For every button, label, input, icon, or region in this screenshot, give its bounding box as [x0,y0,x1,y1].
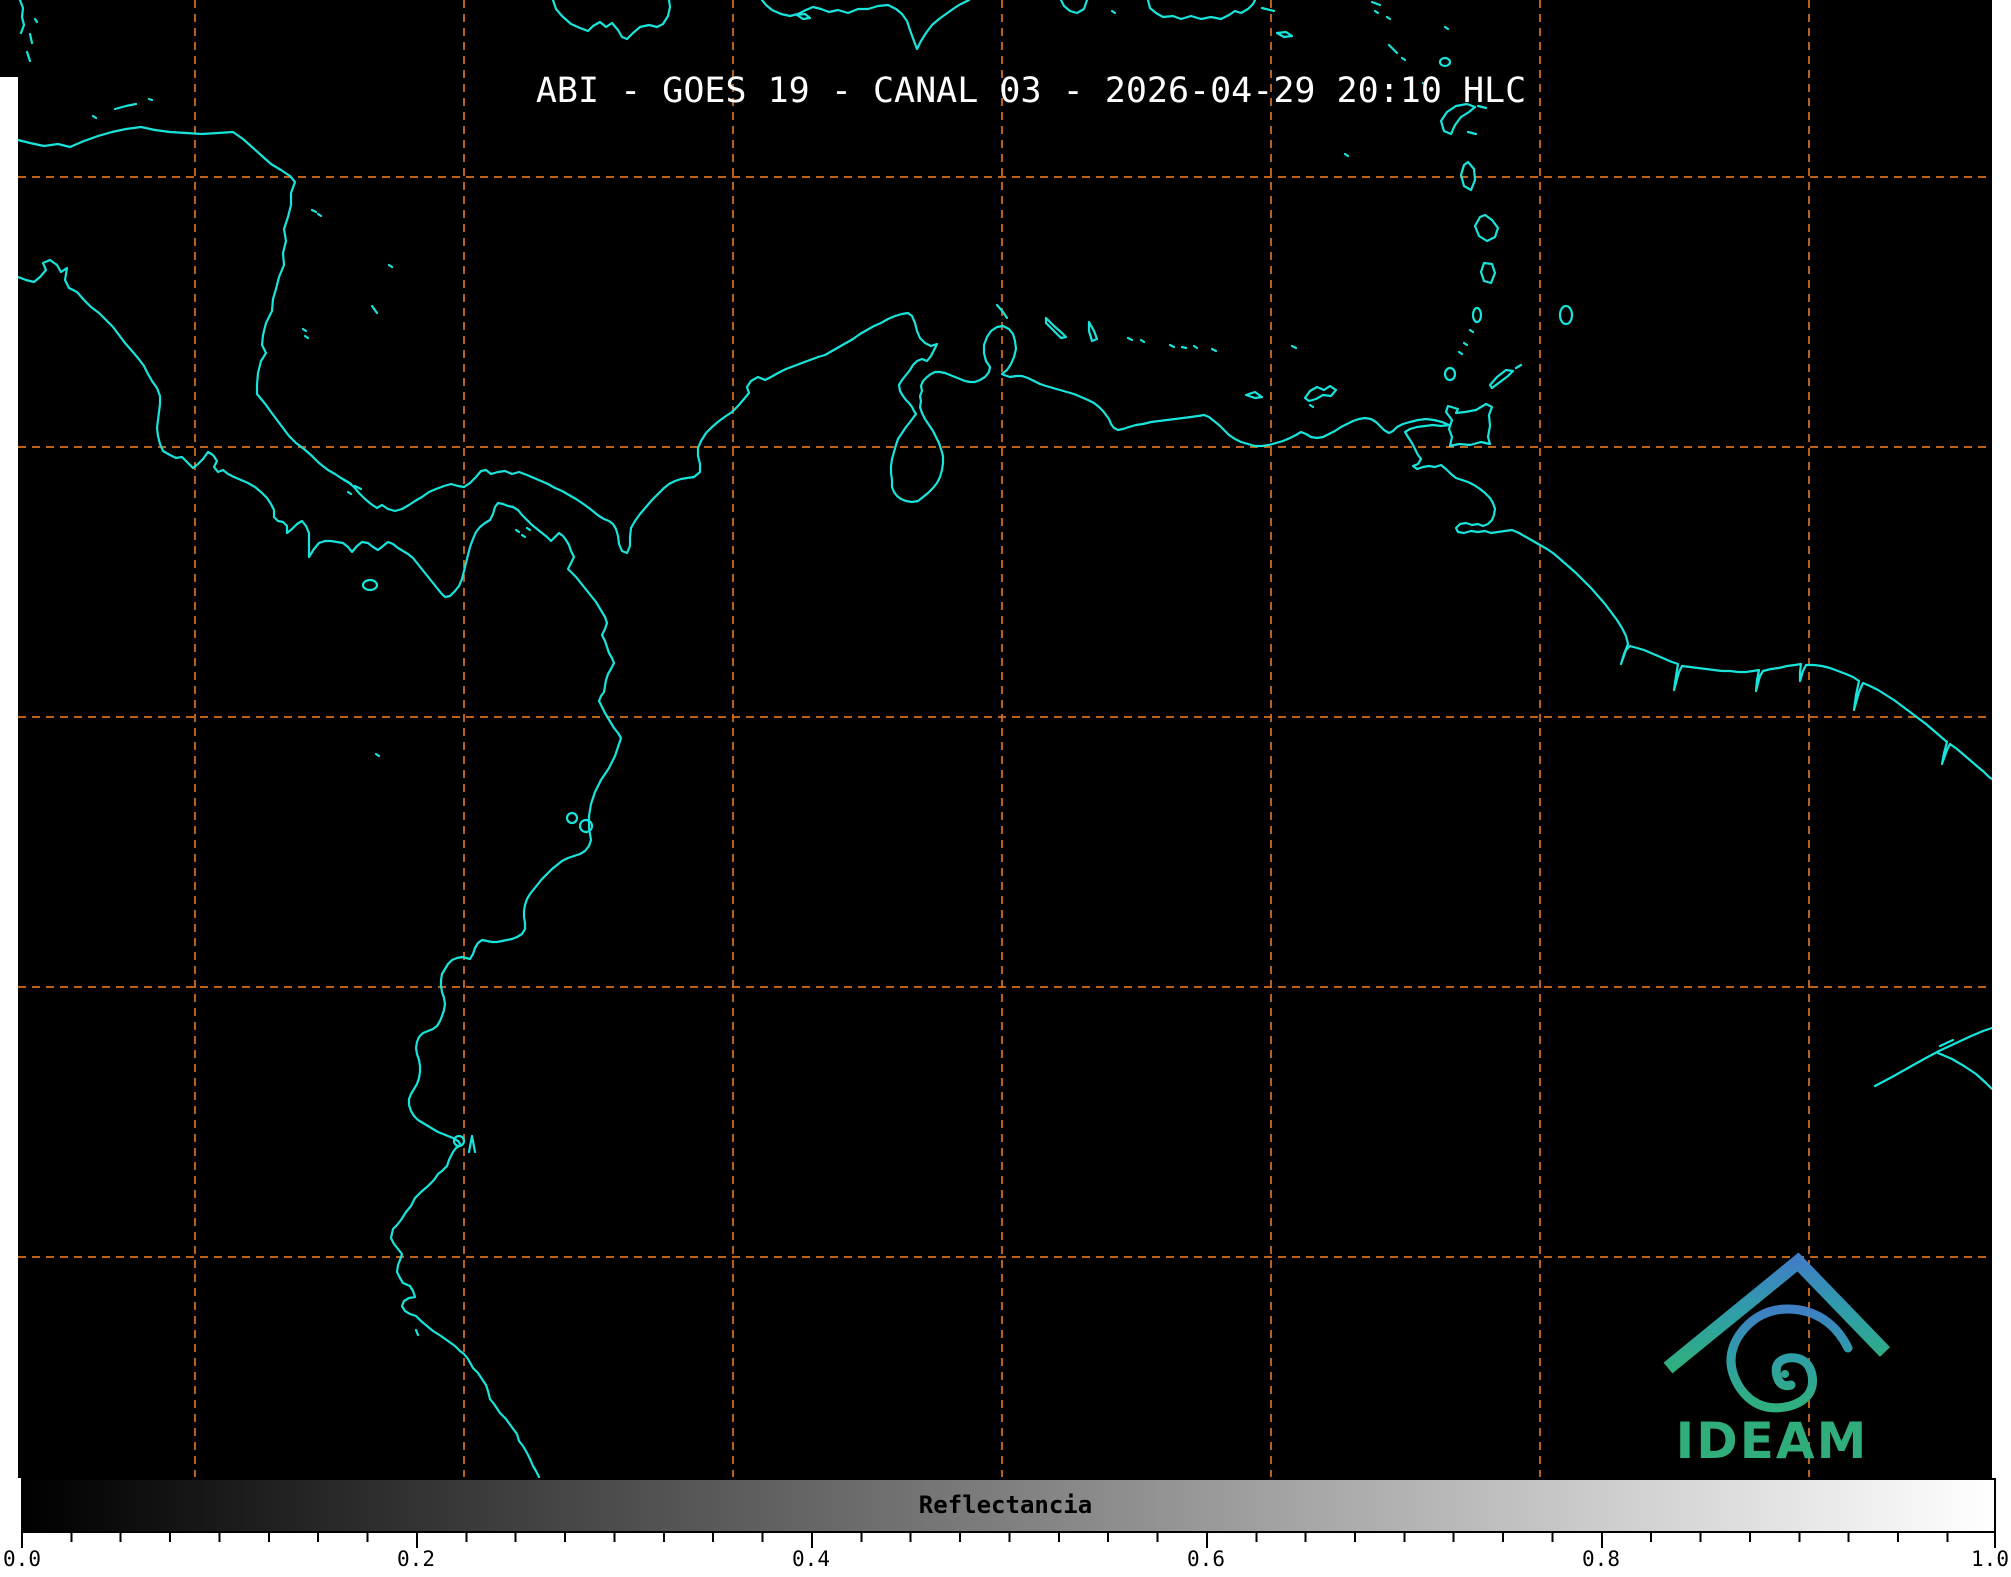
island-los-roques [1170,345,1197,348]
island-coiba [363,580,377,590]
colorbar-major-tick [1994,1533,1996,1548]
coastline-pacific-mainland [18,260,621,1477]
island-barbados [1560,306,1572,324]
island-martinique [1475,215,1498,241]
colorbar-tick-label: 0.2 [397,1547,435,1571]
logo-spiral [1731,1309,1848,1408]
island-margarita [1305,386,1336,407]
coastline-hispaniola [762,0,969,49]
island-trinidad [1446,404,1492,446]
island-anguilla [1372,2,1380,13]
figure-margin-right [1992,0,2011,1478]
island-cay [35,19,37,22]
colorbar-tick-label: 0.4 [792,1547,830,1571]
coastline-caribbean-mainland [18,127,1992,779]
island-barbuda [1445,27,1448,29]
lagoon-ring [580,820,592,832]
island-st-lucia [1481,263,1495,283]
island-san-andres [372,306,377,313]
colorbar-major-tick [416,1533,418,1548]
island-lobos [416,1330,418,1335]
colorbar-major-tick [1206,1533,1208,1548]
island-las-aves [1128,338,1144,342]
coastline-amazon [1875,1028,1992,1089]
colorbar-major-tick [811,1533,813,1548]
coastline-jamaica [553,0,670,39]
island-st-barth [1387,17,1390,19]
island-guanaja [149,99,152,100]
island-providencia [389,265,392,267]
logo-roof [1668,1262,1885,1368]
island-pearl [516,528,530,537]
ideam-logo-text: IDEAM [1652,1412,1892,1470]
island-roatan [115,104,136,109]
island-grenadines [1459,330,1473,354]
island-cay [30,34,32,43]
map-title: ABI - GOES 19 - CANAL 03 - 2026-04-29 20… [536,71,1526,111]
river-guayas [469,1136,475,1152]
colorbar-tick-label: 0.6 [1187,1547,1225,1571]
island-st-kitts [1389,45,1405,60]
colorbar-tick-label: 0.8 [1582,1547,1620,1571]
island-ile-a-vache [797,14,810,19]
colorbar-major-tick [1601,1533,1603,1548]
island-aves [1345,154,1348,156]
island-aruba [997,305,1007,318]
island-dominica [1461,162,1475,190]
colorbar-label: Reflectancia [0,1491,2011,1519]
colorbar-major-tick [21,1533,23,1548]
coastline-puerto-rico [1148,0,1255,19]
island-st-croix [1277,32,1292,37]
island-blanquilla [1292,346,1296,348]
island-orchila [1212,349,1216,351]
coastline-east-hispaniola [1061,0,1087,13]
island-tobago [1490,365,1521,388]
island-mona [1112,11,1115,13]
colorbar-tick-label: 1.0 [1971,1547,2009,1571]
island-miskito [312,210,321,216]
coastline-belize [20,0,24,33]
island-cay [27,52,30,61]
colorbar-minor-ticks [21,1533,1996,1542]
island-corn [303,329,308,338]
island-vieques [1262,8,1274,11]
island-grenada [1445,368,1455,380]
island-utila [93,116,96,118]
island-bonaire [1089,322,1097,341]
lagoon-ring [567,813,577,823]
island-st-vincent [1473,308,1481,322]
island-malpelo [376,754,379,756]
figure-margin-left [0,77,18,1478]
island-antigua [1440,58,1450,66]
colorbar-tick-label: 0.0 [3,1547,41,1571]
island-curacao [1046,318,1066,338]
island-tortuga [1246,392,1262,398]
logo-spiral-eye [1781,1370,1789,1378]
